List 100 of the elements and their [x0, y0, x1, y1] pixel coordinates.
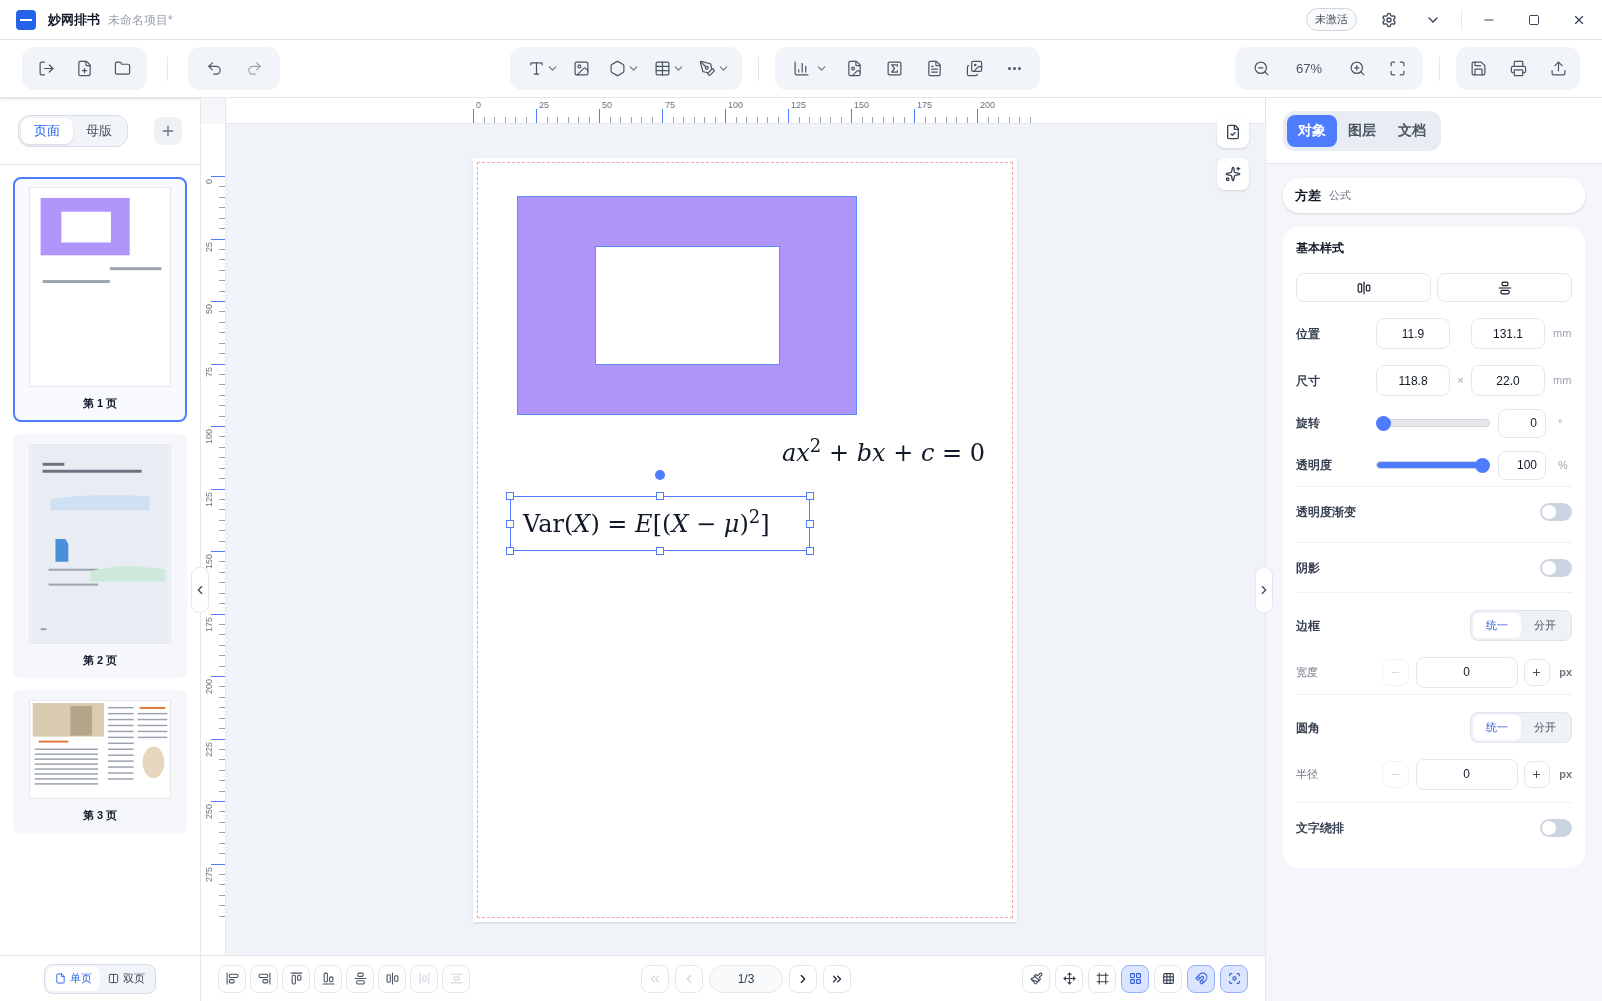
object-type: 公式: [1329, 188, 1351, 204]
sidebar-tab[interactable]: 母版: [73, 118, 125, 144]
setting-label: 圆角: [1296, 719, 1320, 737]
sidebar-tab[interactable]: 页面: [21, 118, 73, 144]
ruler-label: 0: [476, 99, 481, 112]
unit-label: %: [1558, 457, 1568, 473]
page-thumbnail[interactable]: 第 3 页: [13, 690, 187, 834]
magnet-button[interactable]: [1187, 964, 1215, 993]
panel-tab[interactable]: 文档: [1387, 114, 1437, 147]
segment-option[interactable]: 分开: [1521, 613, 1569, 638]
number-field[interactable]: 131.1: [1471, 318, 1545, 349]
panel-tab[interactable]: 对象: [1287, 114, 1337, 147]
view-mode-option[interactable]: 双页: [100, 966, 153, 991]
maximize-icon[interactable]: [1528, 13, 1540, 26]
formula[interactable]: ax$^{2}$ + bx + c = 0: [769, 434, 999, 472]
ruler-label: 25: [539, 99, 549, 112]
move-button[interactable]: [1055, 964, 1083, 993]
field-label: 旋转: [1296, 415, 1321, 432]
segment-option[interactable]: 分开: [1521, 715, 1569, 740]
ruler-label: 25: [203, 241, 215, 252]
slider[interactable]: [1376, 457, 1490, 473]
align-top-icon: [289, 972, 303, 985]
ruler-label: 100: [728, 99, 744, 112]
align-right-icon: [257, 972, 271, 985]
move-icon: [1062, 972, 1076, 985]
ai-button[interactable]: [1217, 158, 1249, 190]
zoom-out-icon: [1252, 60, 1270, 77]
resize-handle[interactable]: [506, 547, 514, 555]
add-page-button[interactable]: [154, 117, 182, 145]
rotate-handle[interactable]: [655, 470, 665, 480]
distribute-horizontal-icon: [417, 972, 431, 985]
number-field[interactable]: 100: [1498, 450, 1546, 480]
page-thumbnail[interactable]: 第 1 页: [13, 177, 187, 422]
focus-button[interactable]: [1220, 964, 1248, 993]
page-indicator[interactable]: 1/3: [709, 964, 783, 993]
align-right-button[interactable]: [250, 964, 278, 993]
slider[interactable]: [1376, 415, 1490, 431]
align-center-button[interactable]: [378, 964, 406, 993]
inner-rectangle[interactable]: [595, 246, 780, 365]
field-label: 宽度: [1296, 664, 1319, 680]
images-icon: [965, 60, 983, 77]
ruler-label: 150: [854, 99, 870, 112]
settings-icon[interactable]: [1381, 11, 1397, 28]
resize-handle[interactable]: [806, 547, 814, 555]
last-page-button[interactable]: [823, 964, 851, 993]
number-field[interactable]: 11.9: [1376, 318, 1450, 349]
activation-badge[interactable]: 未激活: [1306, 8, 1357, 31]
ruler-label: 200: [980, 99, 996, 112]
slider-thumb[interactable]: [1475, 457, 1490, 473]
app-logo: [16, 9, 36, 30]
view-mode-option[interactable]: 单页: [47, 966, 100, 991]
formula[interactable]: Var(X) = E[(X − μ)$^{2}$]: [510, 496, 810, 551]
more-icon: [1007, 67, 1021, 70]
image-file-icon: [845, 60, 863, 77]
image-icon: [572, 60, 590, 77]
frame-button[interactable]: [1088, 964, 1116, 993]
page-thumbnail[interactable]: 第 2 页: [13, 433, 187, 678]
toggle-switch[interactable]: [1540, 818, 1572, 837]
segment-option[interactable]: 统一: [1473, 715, 1521, 740]
resize-handle[interactable]: [806, 492, 814, 500]
number-field[interactable]: 118.8: [1376, 365, 1450, 396]
resize-handle[interactable]: [506, 520, 514, 528]
toggle-switch[interactable]: [1540, 558, 1572, 577]
number-field[interactable]: 0: [1415, 656, 1518, 688]
ruler-label: 150: [203, 554, 215, 570]
resize-handle[interactable]: [806, 520, 814, 528]
number-field[interactable]: 0: [1498, 408, 1546, 438]
resize-handle[interactable]: [656, 547, 664, 555]
number-field[interactable]: 22.0: [1471, 365, 1545, 396]
align-middle-icon: [1497, 280, 1512, 295]
exit-icon: [38, 60, 56, 77]
grid-button[interactable]: [1154, 964, 1182, 993]
align-left-button[interactable]: [218, 964, 246, 993]
times-sign: ×: [1457, 373, 1464, 389]
check-button[interactable]: [1217, 116, 1249, 148]
layout-grid-button[interactable]: [1121, 964, 1149, 993]
file-plus-icon: [76, 60, 93, 77]
setting-label: 文字绕排: [1296, 819, 1344, 837]
plus-icon: [1531, 768, 1543, 780]
save-icon: [1469, 60, 1487, 77]
align-top-button[interactable]: [282, 964, 310, 993]
center-horizontal-button[interactable]: [1296, 273, 1431, 302]
section-title: 基本样式: [1296, 240, 1345, 257]
two-page-icon: [108, 973, 119, 984]
segment-option[interactable]: 统一: [1473, 613, 1521, 638]
zoom-level[interactable]: 67%: [1283, 58, 1335, 79]
slider-thumb[interactable]: [1376, 415, 1391, 431]
number-field[interactable]: 0: [1415, 758, 1518, 790]
toggle-switch[interactable]: [1540, 502, 1572, 521]
resize-handle[interactable]: [656, 492, 664, 500]
align-center-icon: [385, 972, 399, 985]
format-painter-button[interactable]: [1022, 964, 1050, 993]
project-name: 未命名项目*: [108, 11, 173, 29]
field-label: 尺寸: [1296, 372, 1321, 390]
align-middle-button[interactable]: [346, 964, 374, 993]
panel-tab[interactable]: 图层: [1337, 114, 1387, 147]
ruler-label: 125: [203, 491, 215, 507]
align-bottom-button[interactable]: [314, 964, 342, 993]
center-vertical-button[interactable]: [1437, 273, 1572, 302]
resize-handle[interactable]: [506, 492, 514, 500]
